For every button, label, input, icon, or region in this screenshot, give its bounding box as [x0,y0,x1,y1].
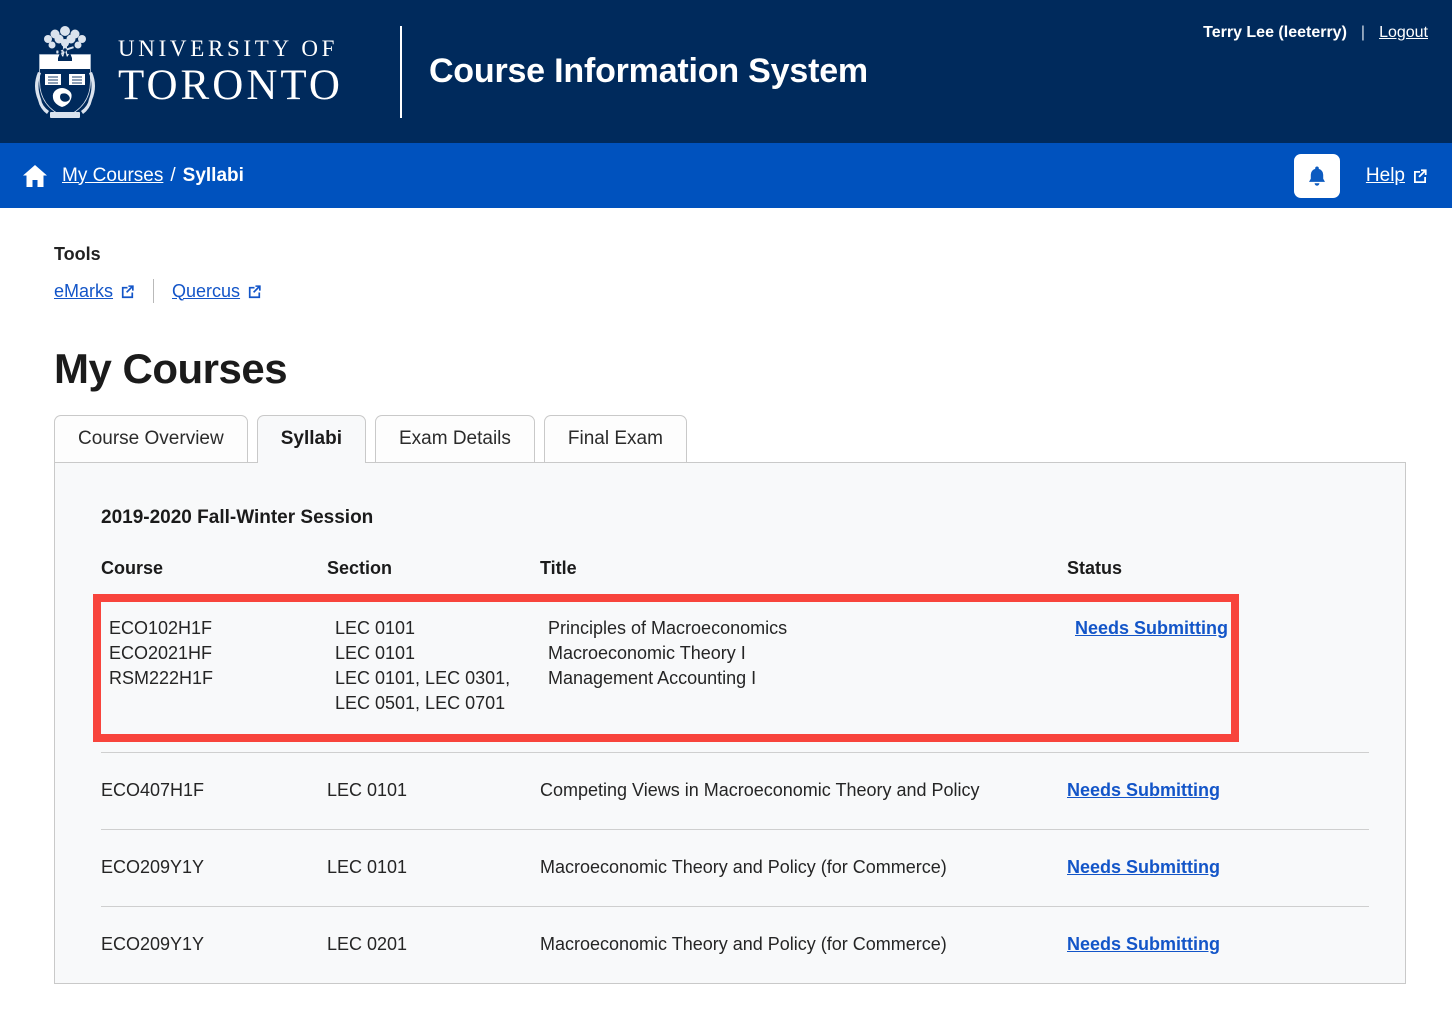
session-title: 2019-2020 Fall-Winter Session [101,506,374,528]
cell-section: LEC 0101 [327,856,408,877]
syllabi-panel: 2019-2020 Fall-Winter Session Course Sec… [54,461,1406,984]
cell-status: Needs Submitting [1067,855,1267,880]
cell-course: ECO407H1F [101,779,205,800]
breadcrumb-my-courses[interactable]: My Courses [62,165,163,187]
tool-link-quercus-label: Quercus [172,280,241,301]
app-title: Course Information System [428,52,868,90]
highlighted-rows-group: ECO102H1F LEC 0101 Principles of Macroec… [93,593,1239,742]
brand-block: UNIVERSITY OF TORONTO [28,0,343,143]
status-link-needs-submitting[interactable]: Needs Submitting [1067,780,1220,800]
status-link-needs-submitting[interactable]: Needs Submitting [1075,618,1228,638]
cell-title: Macroeconomic Theory and Policy (for Com… [540,856,947,877]
cell-title: Principles of Macroeconomics [548,617,788,638]
cell-title: Management Accounting I [548,667,757,688]
tab-syllabi[interactable]: Syllabi [256,415,366,463]
cell-section: LEC 0101 [327,779,408,800]
cell-title: Competing Views in Macroeconomic Theory … [540,779,980,800]
notifications-button[interactable] [1293,153,1340,198]
uoft-wordmark-line2: TORONTO [118,61,343,109]
user-account-area: Terry Lee (leeterry) | Logout [1203,24,1428,42]
external-link-icon [1414,168,1427,183]
cell-course: ECO209Y1Y [101,856,205,877]
logout-link[interactable]: Logout [1379,24,1428,42]
column-header-course: Course [101,557,164,578]
tools-heading: Tools [54,244,101,264]
table-row[interactable]: ECO209Y1Y LEC 0101 Macroeconomic Theory … [101,830,1369,907]
cell-section: LEC 0101 [335,617,416,638]
nav-right-actions: Help [1293,143,1428,208]
external-link-icon [248,284,261,298]
tool-link-emarks[interactable]: eMarks [54,281,135,302]
tab-course-overview[interactable]: Course Overview [54,415,248,462]
help-link[interactable]: Help [1366,165,1428,187]
tab-final-exam[interactable]: Final Exam [543,415,687,462]
breadcrumb: My Courses / Syllabi [62,165,244,187]
tool-link-quercus[interactable]: Quercus [172,281,262,302]
table-row[interactable]: ECO102H1F LEC 0101 Principles of Macroec… [109,616,1231,641]
column-header-title: Title [540,557,577,578]
cell-section: LEC 0101, LEC 0301, LEC 0501, LEC 0701 [335,667,511,713]
tools-links: eMarks Quercus [54,279,1452,303]
cell-course: ECO209Y1Y [101,933,205,954]
status-link-needs-submitting[interactable]: Needs Submitting [1067,934,1220,954]
help-label: Help [1365,164,1405,186]
cell-status: Needs Submitting [1067,778,1267,803]
cell-section: LEC 0101 [335,642,416,663]
cell-title: Macroeconomic Theory and Policy (for Com… [540,933,947,954]
cell-status: Needs Submitting [1075,616,1275,641]
cell-section: LEC 0201 [327,933,408,954]
table-row[interactable]: RSM222H1F LEC 0101, LEC 0301, LEC 0501, … [109,666,1231,716]
table-row[interactable]: ECO2021HF LEC 0101 Macroeconomic Theory … [109,641,1231,666]
table-row[interactable]: ECO407H1F LEC 0101 Competing Views in Ma… [101,753,1369,830]
tab-list: Course Overview Syllabi Exam Details Fin… [54,415,1452,463]
uoft-wordmark-line1: UNIVERSITY OF [118,35,339,61]
user-name: Terry Lee (leeterry) [1203,24,1347,41]
header-separator: | [1360,24,1366,41]
home-icon[interactable] [22,164,48,188]
column-header-section: Section [327,557,393,578]
page-title: My Courses [54,345,288,392]
cell-title: Macroeconomic Theory I [548,642,746,663]
cell-status: Needs Submitting [1067,932,1267,957]
tab-exam-details[interactable]: Exam Details [374,415,535,462]
breadcrumb-current: Syllabi [182,164,244,186]
bell-icon [1308,166,1325,186]
uoft-crest-icon [35,25,95,118]
breadcrumb-separator: / [170,164,176,186]
tool-link-emarks-label: eMarks [54,280,114,301]
app-header: UNIVERSITY OF TORONTO Course Information… [0,0,1452,143]
column-header-status: Status [1067,557,1123,578]
table-header-row: Course Section Title Status [101,556,1405,594]
main-content: Tools eMarks Quercus My Courses Course O… [0,244,1452,984]
breadcrumb-bar: My Courses / Syllabi Help [0,143,1452,208]
cell-course: ECO2021HF [109,642,213,663]
status-link-needs-submitting[interactable]: Needs Submitting [1067,857,1220,877]
cell-course: RSM222H1F [109,667,214,688]
external-link-icon [121,284,134,298]
tools-separator [153,279,155,303]
table-row[interactable]: ECO209Y1Y LEC 0201 Macroeconomic Theory … [101,907,1369,983]
syllabi-table: Course Section Title Status ECO102H1F LE… [93,556,1405,983]
header-divider [399,25,402,118]
uoft-wordmark: UNIVERSITY OF TORONTO [118,37,343,107]
cell-course: ECO102H1F [109,617,213,638]
